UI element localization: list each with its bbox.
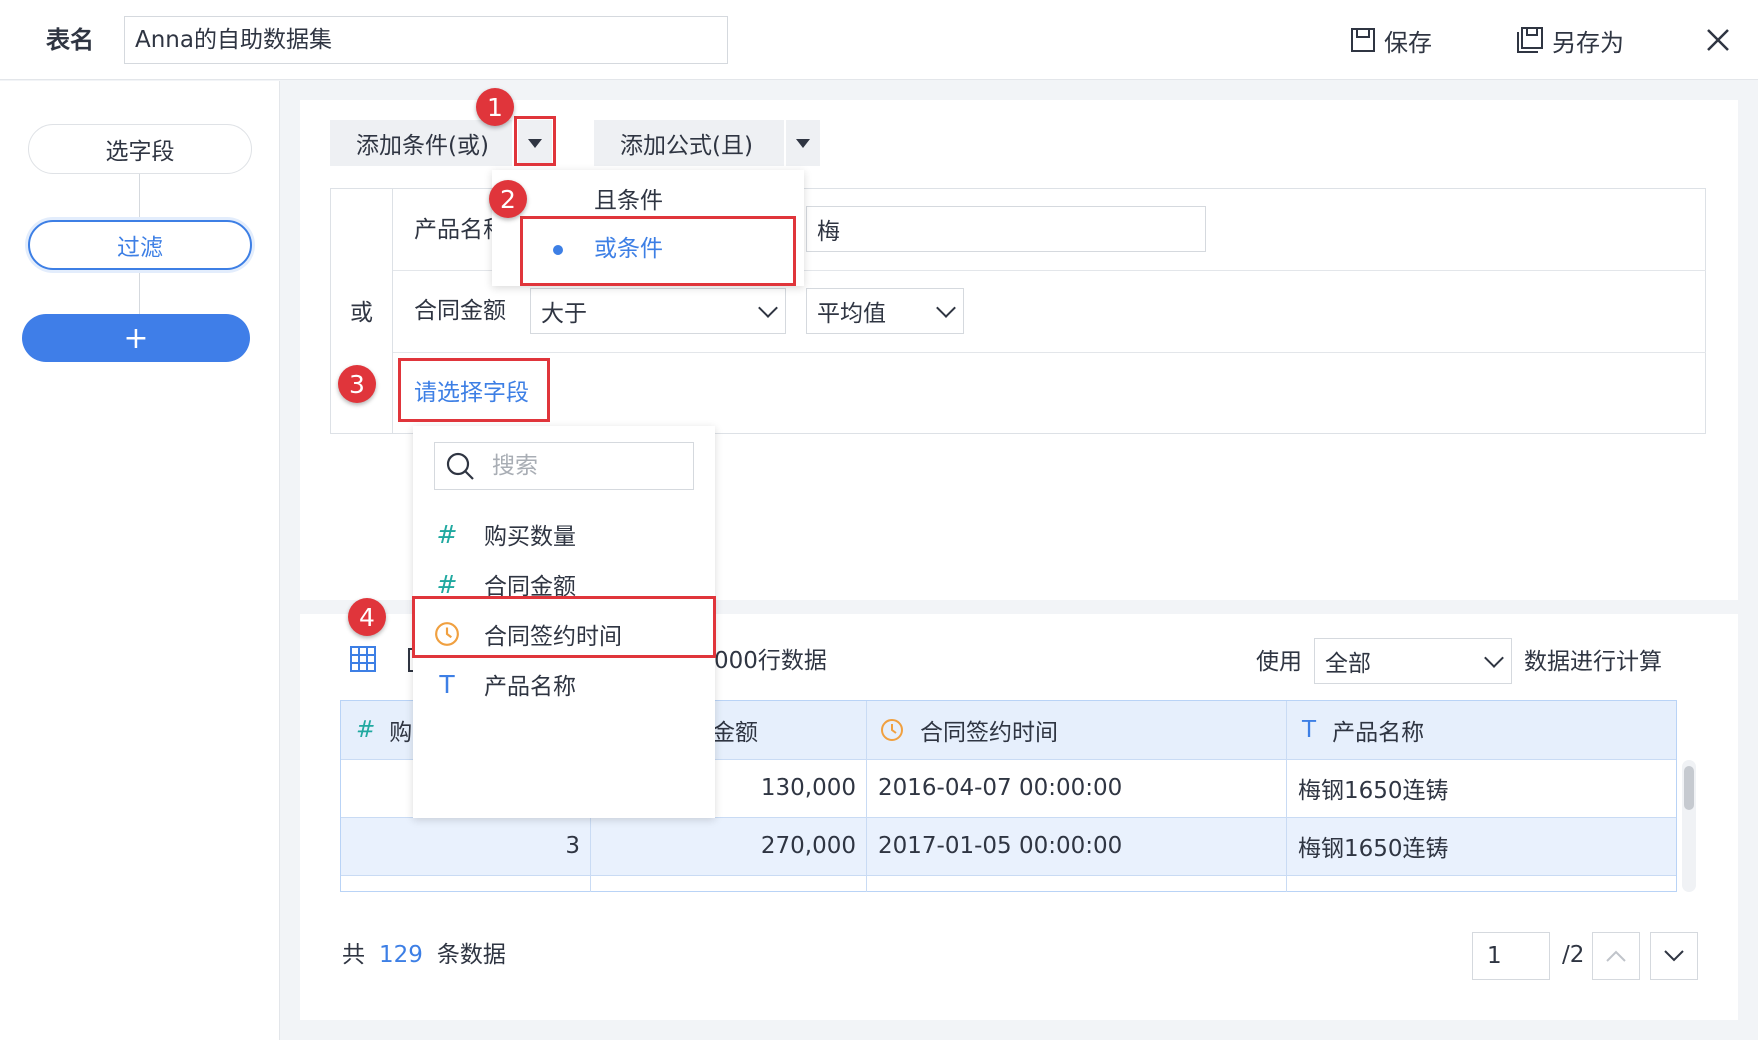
highlight-box [398,358,550,422]
column-header-label: 购 [389,720,413,746]
step-badge: 1 [476,88,514,126]
col-divider [866,701,867,892]
scrollbar-thumb[interactable] [1684,766,1694,810]
table-cell: 梅钢1650连铸 [1298,778,1449,804]
row-scope-select[interactable]: 全部 [1314,638,1512,684]
highlight-box [412,596,716,658]
close-icon[interactable] [1702,24,1734,56]
number-icon: # [436,569,458,599]
total-prefix: 共 [342,942,365,968]
row-scope-value: 全部 [1325,651,1371,677]
add-step-button[interactable]: + [22,314,250,362]
operator-select[interactable]: 大于 [530,288,786,334]
column-header-label: 合同签约时间 [920,720,1058,746]
column-header-label: 金额 [712,720,758,746]
column-header[interactable]: 金额 [712,701,758,759]
next-page-button[interactable] [1650,932,1698,980]
highlight-box [514,116,556,166]
plus-icon: + [123,320,149,356]
add-condition-label: 添加条件(或) [356,133,489,159]
condition-value-input[interactable]: 梅 [806,206,1206,252]
row-divider [393,352,1706,353]
step-connector [139,174,140,220]
save-as-button[interactable]: 另存为 [1516,22,1624,58]
field-option-label: 产品名称 [484,674,576,700]
field-option-label: 购买数量 [484,524,576,550]
add-condition-button[interactable]: 添加条件(或) [330,120,512,166]
row-divider [341,875,1676,876]
save-label: 保存 [1384,28,1432,57]
text-icon: T [1302,717,1317,743]
use-label: 使用 [1256,649,1302,675]
col-divider [1286,701,1287,892]
operator-value: 大于 [541,301,587,327]
table-cell: 2016-04-07 00:00:00 [878,775,1123,801]
step-filter[interactable]: 过滤 [28,220,252,270]
highlight-box [520,216,796,286]
add-formula-label: 添加公式(且) [620,133,753,159]
page-total: /2 [1562,942,1585,968]
table-view-icon[interactable] [350,646,376,672]
condition-value: 平均值 [817,301,886,327]
table-cell: 梅钢1650连铸 [1298,836,1449,862]
caret-down-icon [796,138,810,148]
table-name-input[interactable]: Anna的自助数据集 [124,16,728,64]
rows-info: 000行数据 [714,648,827,674]
menu-item-and[interactable]: 且条件 [594,190,663,213]
page-input[interactable]: 1 [1472,932,1550,980]
search-placeholder: 搜索 [492,453,538,479]
field-option[interactable]: T 产品名称 [434,664,576,704]
condition-field-label[interactable]: 合同金额 [414,300,506,323]
table-cell: 2017-01-05 00:00:00 [878,833,1123,859]
total-count: 共 129 条数据 [342,944,506,967]
number-icon: # [356,717,376,743]
step-label: 选字段 [105,139,175,165]
table-name-label: 表名 [46,26,94,54]
text-icon: T [439,669,455,699]
calc-label: 数据进行计算 [1524,649,1662,675]
column-header[interactable]: T 产品名称 [1302,701,1424,759]
condition-value: 梅 [817,219,840,245]
step-badge: 4 [348,598,386,636]
group-logic-label: 或 [350,300,373,326]
field-option[interactable]: # 购买数量 [434,514,576,554]
step-select-fields[interactable]: 选字段 [28,124,252,174]
search-icon [446,452,474,480]
chevron-up-icon [1606,950,1626,962]
chevron-down-icon [758,298,778,318]
column-header[interactable]: 合同签约时间 [880,701,1058,759]
table-cell: 3 [565,833,580,859]
step-label: 过滤 [117,235,163,261]
prev-page-button[interactable] [1592,932,1640,980]
step-badge: 2 [489,180,527,218]
column-header[interactable]: # 购 [356,701,412,759]
chevron-down-icon [1484,648,1504,668]
save-button[interactable]: 保存 [1350,22,1432,58]
date-icon [881,719,903,741]
save-as-label: 另存为 [1552,28,1624,57]
total-suffix: 条数据 [436,942,506,968]
chevron-down-icon [936,298,956,318]
total-number: 129 [379,942,423,968]
number-icon: # [436,519,458,549]
chevron-down-icon [1664,950,1684,962]
column-header-label: 产品名称 [1332,720,1425,746]
add-formula-dropdown[interactable] [786,120,820,166]
save-icon [1351,28,1375,52]
step-badge: 3 [338,365,376,403]
value-select[interactable]: 平均值 [806,288,964,334]
add-formula-button[interactable]: 添加公式(且) [594,120,784,166]
step-connector [139,272,140,314]
save-as-icon [1517,27,1543,53]
table-cell: 270,000 [760,833,856,859]
